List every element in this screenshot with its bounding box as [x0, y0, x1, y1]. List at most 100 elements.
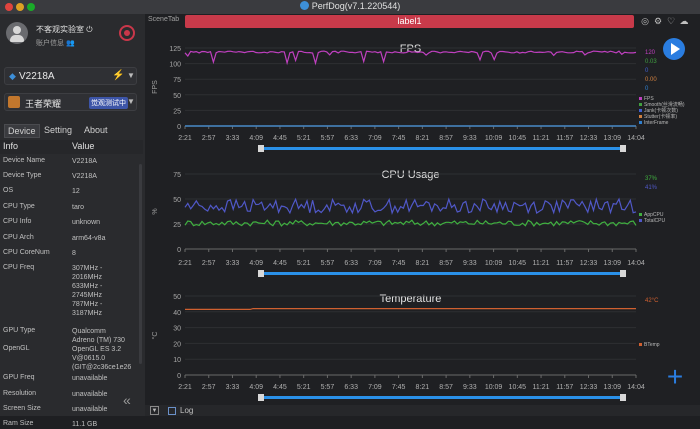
bottom-bar: ▼ Log: [145, 405, 700, 416]
legend-swatch: [639, 103, 642, 106]
y-tick-label: 10: [173, 357, 181, 364]
chart-ylabel: °C: [151, 332, 159, 340]
y-tick-label: 20: [173, 341, 181, 348]
y-tick-label: 125: [169, 46, 181, 53]
legend-label: InterFrame: [644, 120, 669, 126]
account-info-link[interactable]: 账户信息 👥: [36, 38, 75, 48]
avatar[interactable]: [6, 22, 28, 44]
x-tick-label: 3:33: [226, 135, 240, 142]
app-select[interactable]: 王者荣耀 觉观测试中 ▼: [4, 93, 137, 111]
x-tick-label: 10:09: [485, 384, 503, 391]
legend-swatch: [639, 121, 642, 124]
x-tick-label: 13:09: [603, 135, 621, 142]
app-status-badge: 觉观测试中: [89, 97, 128, 109]
cloud-icon[interactable]: ☁: [679, 16, 689, 26]
legend-label: BTemp: [644, 342, 660, 348]
legend-swatch: [639, 97, 642, 100]
x-tick-label: 4:09: [249, 384, 263, 391]
main-panel: SceneTab label1 ◎ ⚙ ♡ ☁ FPS FPS 0 25 50 75 100…: [145, 14, 700, 416]
range-slider-handle-right: [620, 394, 626, 401]
x-tick-label: 13:09: [603, 384, 621, 391]
tab-setting[interactable]: Setting: [41, 124, 75, 138]
x-tick-label: 14:04: [627, 135, 645, 142]
column-header-info: Info: [3, 141, 19, 151]
x-tick-label: 7:45: [392, 135, 406, 142]
x-tick-label: 4:09: [249, 260, 263, 267]
legend-value: 0: [645, 86, 649, 92]
y-tick-label: 25: [173, 108, 181, 115]
expand-log-icon[interactable]: ▼: [150, 406, 159, 415]
legend-value: 0: [645, 68, 649, 74]
settings-icon[interactable]: ⚙: [653, 16, 663, 26]
x-tick-label: 4:45: [273, 384, 287, 391]
range-slider-track: [263, 272, 623, 275]
y-tick-label: 75: [173, 77, 181, 84]
device-connection-icon: ◆: [9, 71, 16, 81]
legend-value: 42°C: [645, 298, 659, 304]
x-tick-label: 5:57: [321, 384, 335, 391]
x-tick-label: 2:21: [178, 135, 192, 142]
x-tick-label: 8:21: [416, 384, 430, 391]
device-name: V2218A: [19, 71, 55, 82]
x-tick-label: 2:21: [178, 260, 192, 267]
legend-value: 0.00: [645, 77, 657, 83]
range-slider-track: [263, 396, 623, 399]
x-tick-label: 11:21: [533, 260, 550, 267]
x-tick-label: 2:57: [202, 384, 216, 391]
window-title-area: PerfDog(v7.1.220544): [0, 1, 700, 11]
x-tick-label: 8:57: [439, 135, 453, 142]
user-panel: 不客观实验室 ⏻ 账户信息 👥: [6, 22, 141, 64]
x-tick-label: 8:57: [439, 260, 453, 267]
legend-value: 0.03: [645, 59, 657, 65]
perfdog-logo-icon: [299, 1, 309, 10]
collapse-sidebar-icon[interactable]: «: [123, 392, 131, 408]
chart-ylabel: %: [152, 208, 159, 214]
chevron-down-icon: ▼: [127, 71, 135, 80]
legend-value: 41%: [645, 185, 658, 191]
device-select[interactable]: ◆ V2218A ⚡ ▼: [4, 67, 137, 85]
legend-label: Smooth(丝滑流畅): [644, 101, 685, 108]
y-tick-label: 75: [173, 172, 181, 179]
x-tick-label: 11:21: [533, 135, 550, 142]
y-tick-label: 50: [173, 93, 181, 100]
x-tick-label: 8:21: [416, 260, 430, 267]
favorite-icon[interactable]: ♡: [666, 16, 676, 26]
x-tick-label: 12:33: [580, 135, 598, 142]
record-button[interactable]: [119, 25, 135, 41]
range-slider-track: [263, 147, 623, 150]
x-tick-label: 11:57: [556, 384, 573, 391]
add-chart-button[interactable]: +: [665, 363, 685, 391]
x-tick-label: 13:09: [603, 260, 621, 267]
x-tick-label: 6:33: [344, 260, 358, 267]
location-icon[interactable]: ◎: [640, 16, 650, 26]
range-slider-handle-left: [258, 394, 264, 401]
x-tick-label: 5:57: [321, 260, 335, 267]
label-bar[interactable]: label1: [185, 15, 634, 28]
y-tick-label: 30: [173, 326, 181, 333]
sidebar-scrollbar[interactable]: [139, 164, 142, 364]
connection-mode-icon[interactable]: ⚡: [112, 70, 124, 81]
y-tick-label: 100: [169, 62, 181, 69]
play-button[interactable]: [663, 38, 685, 60]
power-icon[interactable]: ⏻: [86, 25, 92, 34]
scene-tab-label[interactable]: SceneTab: [148, 16, 179, 23]
tab-about[interactable]: About: [81, 124, 111, 138]
app-icon: [8, 96, 20, 108]
legend-swatch: [639, 115, 642, 118]
x-tick-label: 9:33: [463, 260, 477, 267]
series-line: [184, 196, 637, 216]
x-tick-label: 7:09: [368, 135, 382, 142]
x-tick-label: 7:09: [368, 384, 382, 391]
range-slider-handle-left: [258, 270, 264, 277]
table-header: Info Value: [0, 140, 143, 154]
x-tick-label: 6:33: [344, 135, 358, 142]
window-title: PerfDog(v7.1.220544): [311, 1, 401, 11]
x-tick-label: 3:33: [226, 260, 240, 267]
x-tick-label: 9:33: [463, 135, 477, 142]
x-tick-label: 7:45: [392, 384, 406, 391]
x-tick-label: 11:57: [556, 135, 573, 142]
tab-device[interactable]: Device: [4, 124, 40, 138]
x-tick-label: 2:21: [178, 384, 192, 391]
x-tick-label: 5:21: [297, 260, 311, 267]
log-checkbox[interactable]: [168, 407, 176, 415]
